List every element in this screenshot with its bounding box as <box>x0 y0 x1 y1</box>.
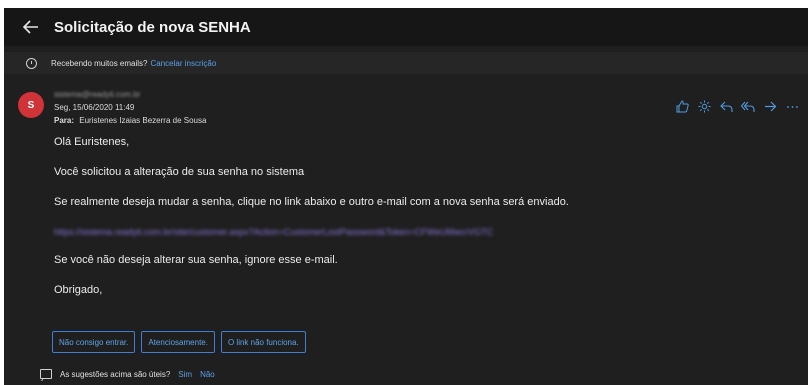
unsubscribe-link[interactable]: Cancelar inscrição <box>151 59 217 68</box>
to-label: Para: <box>54 116 75 125</box>
info-icon <box>26 57 37 69</box>
suggested-reply[interactable]: Não consigo entrar. <box>52 331 136 353</box>
reply-button[interactable] <box>718 98 734 114</box>
suggested-reply[interactable]: Atenciosamente. <box>141 331 215 353</box>
arrow-left-icon <box>23 20 38 34</box>
forward-button[interactable] <box>762 98 778 114</box>
feedback-yes-link[interactable]: Sim <box>178 370 192 379</box>
info-text: Recebendo muitos emails? <box>51 58 148 68</box>
back-button[interactable] <box>22 18 40 36</box>
comment-icon <box>40 369 52 379</box>
body-line-3: Se você não deseja alterar sua senha, ig… <box>54 254 338 266</box>
email-window: Solicitação de nova SENHA Recebendo muit… <box>4 8 808 385</box>
reply-icon <box>719 101 733 112</box>
sun-icon <box>698 100 710 112</box>
message-header: S sistema@readyti.com.br Seg, 15/06/2020… <box>4 82 808 136</box>
message-actions <box>674 98 800 114</box>
more-icon <box>786 105 798 108</box>
body-line-2: Se realmente deseja mudar a senha, cliqu… <box>54 196 569 208</box>
suggested-reply[interactable]: O link não funciona. <box>220 331 306 353</box>
sun-button[interactable] <box>696 98 712 114</box>
reset-password-link[interactable]: https://sistema.readyti.com.br/site/cust… <box>54 227 493 237</box>
info-bar: Recebendo muitos emails? Cancelar inscri… <box>4 52 808 74</box>
like-button[interactable] <box>674 98 690 114</box>
reply-all-icon <box>741 101 755 112</box>
forward-icon <box>764 101 776 111</box>
avatar[interactable]: S <box>18 92 44 118</box>
recipient-name[interactable]: Euristenes Izaias Bezerra de Sousa <box>79 116 206 125</box>
feedback-no-link[interactable]: Não <box>200 370 215 379</box>
like-icon <box>676 99 689 112</box>
more-button[interactable] <box>784 98 800 114</box>
suggested-replies: Não consigo entrar. Atenciosamente. O li… <box>52 331 306 353</box>
closing: Obrigado, <box>54 284 103 296</box>
email-subject: Solicitação de nova SENHA <box>54 18 251 36</box>
message-date: Seg, 15/06/2020 11:49 <box>54 103 135 112</box>
reply-all-button[interactable] <box>740 98 756 114</box>
greeting: Olá Euristenes, <box>54 136 130 148</box>
recipient-line: Para: Euristenes Izaias Bezerra de Sousa <box>54 116 206 125</box>
body-line-1: Você solicitou a alteração de sua senha … <box>54 166 305 178</box>
sender-address[interactable]: sistema@readyti.com.br <box>54 90 140 99</box>
title-bar: Solicitação de nova SENHA <box>4 8 808 46</box>
feedback-question: As sugestões acima são úteis? <box>60 369 171 379</box>
suggestion-feedback: As sugestões acima são úteis? Sim Não <box>40 369 215 379</box>
